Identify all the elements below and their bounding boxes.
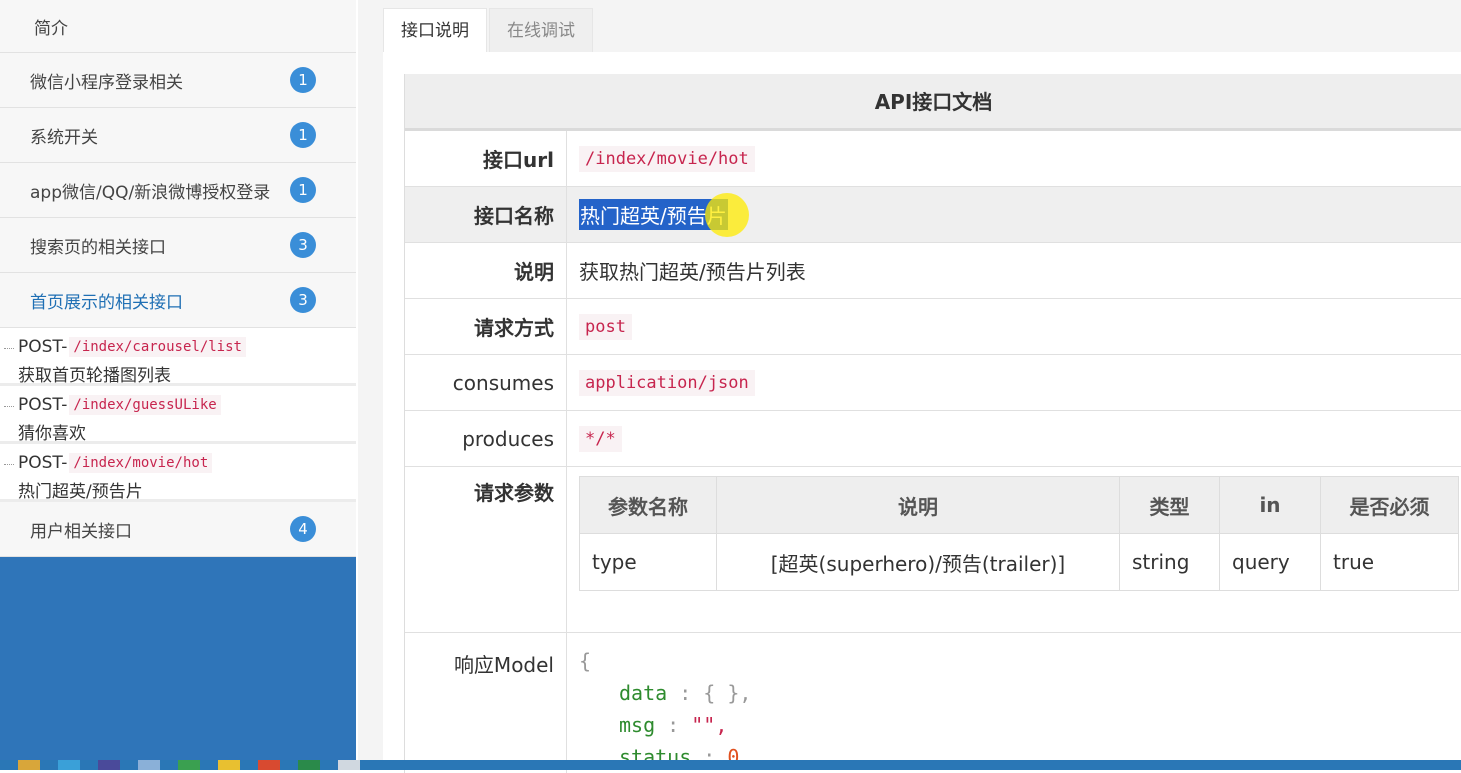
sidebar-item-label: 系统开关: [30, 127, 98, 148]
params-header: 类型: [1119, 476, 1220, 534]
browser-icon[interactable]: [58, 760, 80, 770]
row-produces: produces */*: [405, 411, 1461, 467]
api-path: /index/guessULike: [69, 395, 221, 415]
param-name: type: [579, 533, 717, 591]
row-label: 说明: [405, 243, 567, 298]
sidebar-menu: 简介 微信小程序登录相关 1 系统开关 1 app微信/QQ/新浪微博授权登录 …: [0, 0, 356, 557]
row-label: 请求方式: [405, 299, 567, 354]
sidebar-item-search[interactable]: 搜索页的相关接口 3: [0, 218, 356, 273]
param-type: string: [1119, 533, 1220, 591]
tree-connector: [4, 464, 14, 465]
api-method: POST-: [18, 453, 68, 473]
row-consumes: consumes application/json: [405, 355, 1461, 411]
count-badge: 1: [290, 67, 316, 93]
row-name: 接口名称 热门超英/预告片: [405, 187, 1461, 243]
params-header: 是否必须: [1320, 476, 1459, 534]
api-path: /index/carousel/list: [69, 337, 246, 357]
app-icon[interactable]: [258, 760, 280, 770]
count-badge: 4: [290, 516, 316, 542]
param-desc: [超英(superhero)/预告(trailer)]: [716, 533, 1120, 591]
row-label: produces: [405, 411, 567, 466]
method-value: post: [579, 313, 632, 340]
sidebar-item-home[interactable]: 首页展示的相关接口 3: [0, 273, 356, 328]
api-doc-table: API接口文档 接口url /index/movie/hot 接口名称 热门超英…: [404, 74, 1461, 773]
tree-connector: [4, 406, 14, 407]
desc-value: 获取热门超英/预告片列表: [579, 260, 806, 284]
start-icon[interactable]: [18, 760, 40, 770]
response-model: { data : { }, msg : "", status : 0: [567, 633, 1461, 773]
sidebar-item-label: 首页展示的相关接口: [30, 292, 183, 313]
json-line: msg : "",: [579, 709, 1461, 741]
app-icon[interactable]: [178, 760, 200, 770]
tab-bar: 接口说明 在线调试: [383, 8, 595, 53]
row-response: 响应Model { data : { }, msg : "", status :…: [405, 633, 1461, 773]
row-label: 响应Model: [405, 633, 567, 773]
sidebar-item-wechat-login[interactable]: 微信小程序登录相关 1: [0, 53, 356, 108]
sidebar-item-system-switch[interactable]: 系统开关 1: [0, 108, 356, 163]
consumes-value: application/json: [579, 369, 755, 396]
json-open-brace: {: [579, 649, 592, 673]
api-desc: 获取首页轮播图列表: [18, 366, 171, 386]
api-path: /index/movie/hot: [69, 453, 213, 473]
param-required: true: [1320, 533, 1459, 591]
params-header: in: [1219, 476, 1321, 534]
sidebar-item-label: 微信小程序登录相关: [30, 72, 183, 93]
row-method: 请求方式 post: [405, 299, 1461, 355]
main-content: 接口说明 在线调试 API接口文档 接口url /index/movie/hot…: [358, 0, 1461, 773]
tab-online-debug[interactable]: 在线调试: [489, 8, 593, 53]
sidebar-item-app-auth[interactable]: app微信/QQ/新浪微博授权登录 1: [0, 163, 356, 218]
count-badge: 3: [290, 232, 316, 258]
api-link-guess[interactable]: POST- /index/guessULike 猜你喜欢: [0, 386, 356, 444]
params-table: 参数名称 说明 类型 in 是否必须 type [超英(superhero)/预…: [579, 476, 1459, 591]
params-header: 说明: [716, 476, 1120, 534]
api-method: POST-: [18, 395, 68, 415]
count-badge: 1: [290, 177, 316, 203]
row-label: 接口url: [405, 131, 567, 186]
params-header-row: 参数名称 说明 类型 in 是否必须: [579, 476, 1459, 534]
taskbar: [0, 760, 1461, 770]
count-badge: 1: [290, 122, 316, 148]
app-icon[interactable]: [338, 760, 360, 770]
json-key: data: [619, 681, 668, 705]
app-icon[interactable]: [218, 760, 240, 770]
json-value: "",: [691, 713, 728, 737]
folder-icon[interactable]: [138, 760, 160, 770]
row-label: 接口名称: [405, 187, 567, 242]
sidebar-item-label: 简介: [34, 19, 68, 39]
api-desc: 猜你喜欢: [18, 424, 86, 444]
json-line: data : { },: [579, 677, 1461, 709]
param-in: query: [1219, 533, 1321, 591]
count-badge: 3: [290, 287, 316, 313]
api-desc: 热门超英/预告片: [18, 482, 143, 502]
sidebar: 简介 微信小程序登录相关 1 系统开关 1 app微信/QQ/新浪微博授权登录 …: [0, 0, 356, 760]
doc-title: API接口文档: [405, 74, 1461, 131]
row-params: 请求参数 参数名称 说明 类型 in 是否必须 type [超英(superhe…: [405, 467, 1461, 633]
api-link-carousel[interactable]: POST- /index/carousel/list 获取首页轮播图列表: [0, 328, 356, 386]
tree-connector: [4, 348, 14, 349]
api-link-hot[interactable]: POST- /index/movie/hot 热门超英/预告片: [0, 444, 356, 502]
sidebar-item-user[interactable]: 用户相关接口 4: [0, 502, 356, 557]
json-key: msg: [619, 713, 656, 737]
sidebar-item-intro[interactable]: 简介: [0, 0, 356, 53]
app-icon[interactable]: [298, 760, 320, 770]
row-desc: 说明 获取热门超英/预告片列表: [405, 243, 1461, 299]
row-label: consumes: [405, 355, 567, 410]
tab-api-doc[interactable]: 接口说明: [383, 8, 487, 53]
produces-value: */*: [579, 425, 622, 452]
json-sep: :: [667, 681, 704, 705]
row-label: 请求参数: [405, 467, 567, 632]
cursor-highlight: [705, 193, 749, 237]
sidebar-item-label: 搜索页的相关接口: [30, 237, 166, 258]
row-url: 接口url /index/movie/hot: [405, 131, 1461, 187]
json-sep: :: [655, 713, 692, 737]
json-value: { },: [703, 681, 752, 705]
sidebar-item-label: app微信/QQ/新浪微博授权登录: [30, 182, 271, 203]
api-method: POST-: [18, 337, 68, 357]
params-header: 参数名称: [579, 476, 717, 534]
table-row: type [超英(superhero)/预告(trailer)] string …: [579, 533, 1459, 591]
doc-panel: API接口文档 接口url /index/movie/hot 接口名称 热门超英…: [383, 52, 1461, 773]
sidebar-item-label: 用户相关接口: [30, 521, 132, 542]
app-icon[interactable]: [98, 760, 120, 770]
url-value: /index/movie/hot: [579, 145, 755, 172]
